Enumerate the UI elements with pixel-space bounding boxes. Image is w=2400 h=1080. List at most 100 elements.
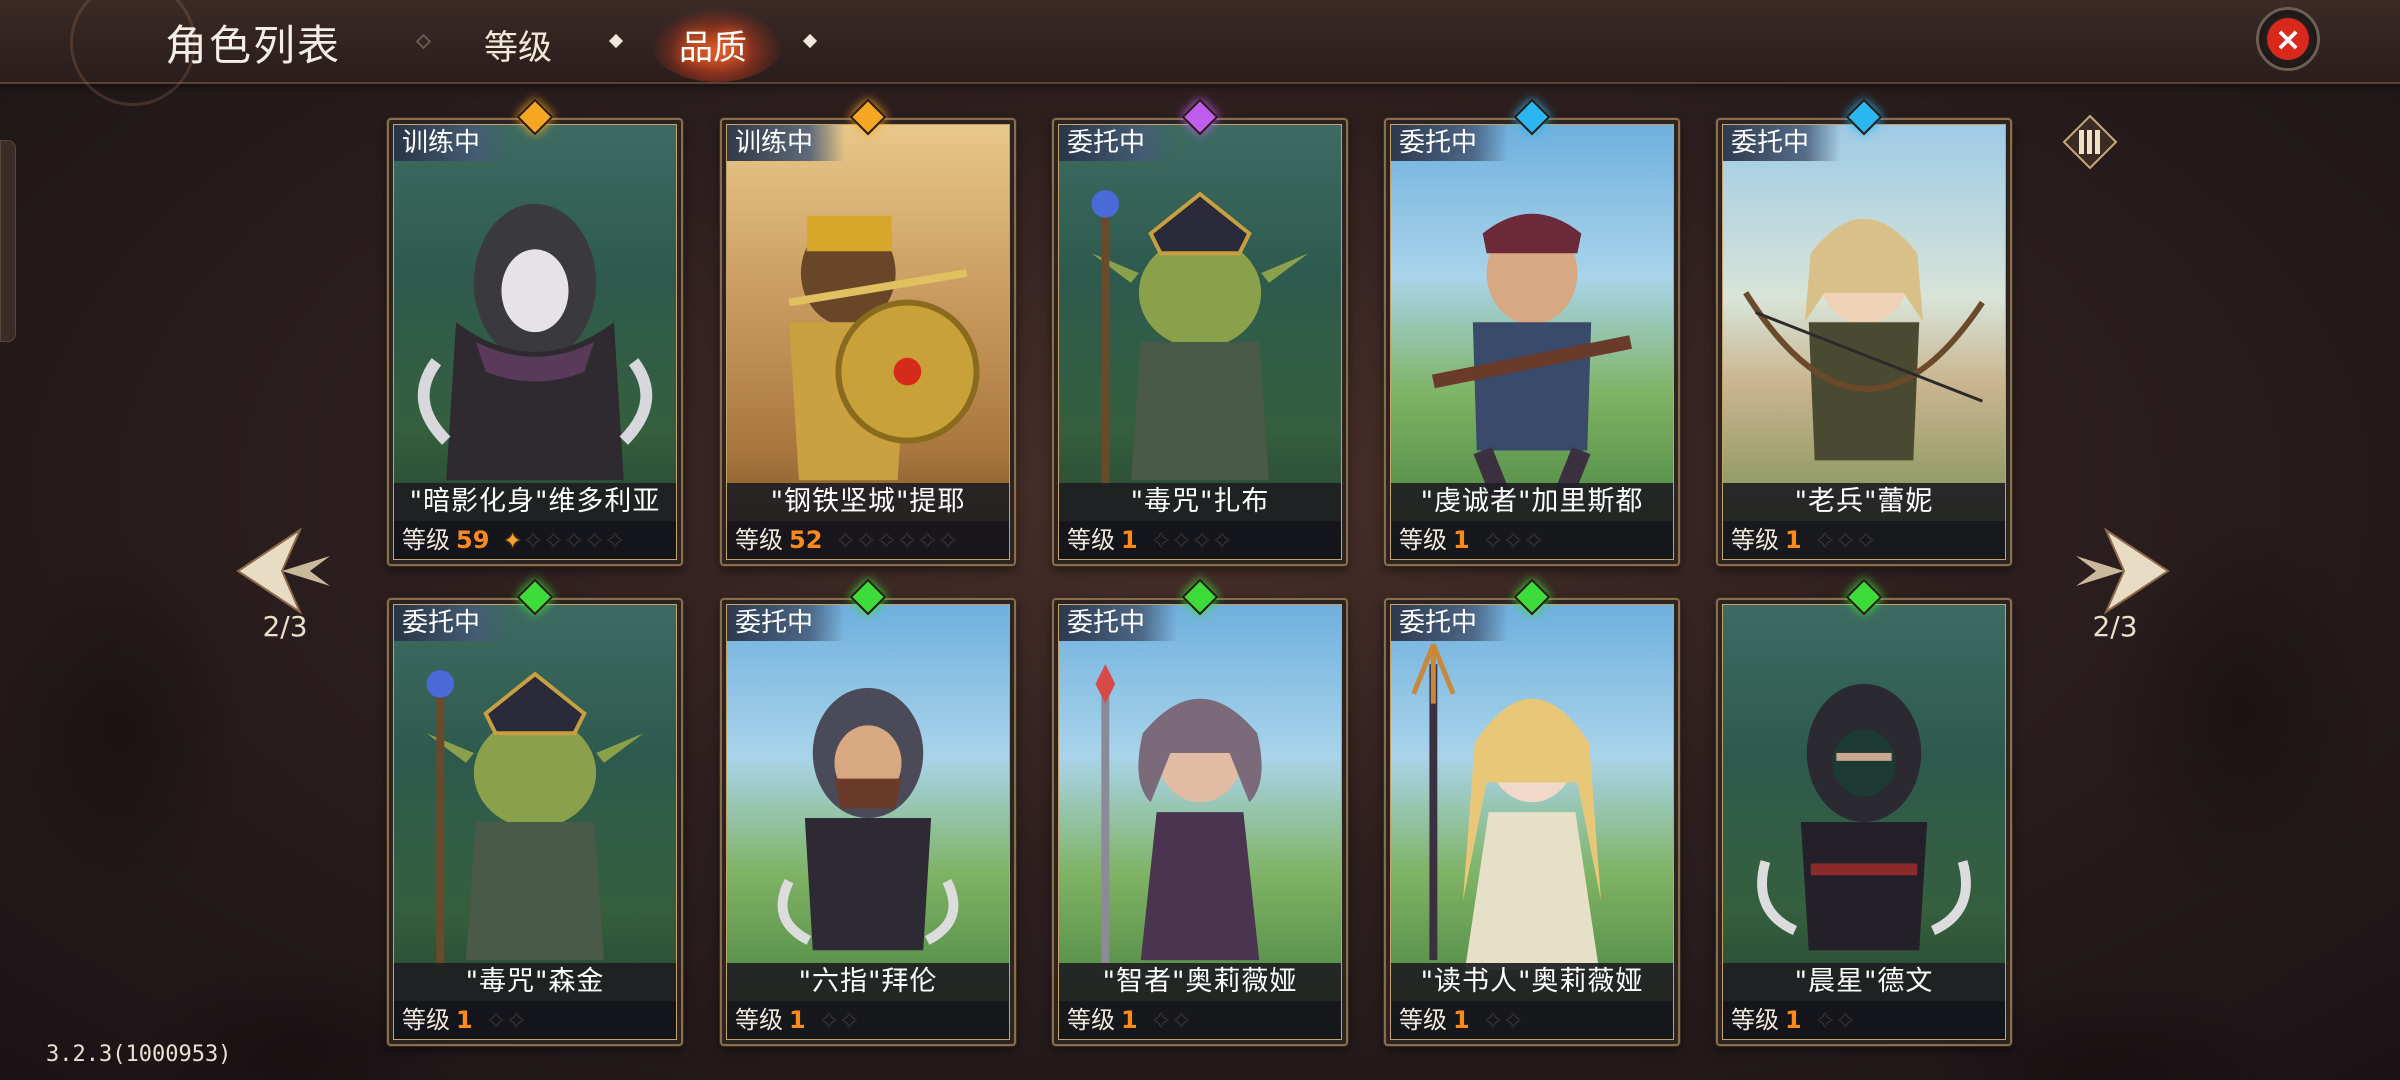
bars-icon <box>2062 114 2118 170</box>
side-drawer-handle[interactable] <box>0 140 16 342</box>
level-value: 1 <box>789 1006 806 1034</box>
tab-level[interactable]: 等级 <box>484 20 552 69</box>
character-name: "暗影化身"维多利亚 <box>394 483 676 521</box>
level-value: 1 <box>1121 1006 1138 1034</box>
level-label: 等级 <box>1731 526 1779 554</box>
character-name: "毒咒"扎布 <box>1059 483 1341 521</box>
status-tag: 委托中 <box>727 605 846 641</box>
character-name: "老兵"蕾妮 <box>1723 483 2005 521</box>
level-label: 等级 <box>1399 1006 1447 1034</box>
tab-separator-icon <box>415 33 432 50</box>
level-label: 等级 <box>1067 526 1115 554</box>
level-label: 等级 <box>1399 526 1447 554</box>
star-rating: ✦✦ <box>1151 1003 1193 1039</box>
level-row: 等级 1 ✦✦ <box>1391 1001 1673 1039</box>
star-icon: ✦ <box>564 529 586 554</box>
page-indicator-right: 2/3 <box>2092 610 2138 643</box>
star-icon: ✦ <box>836 529 857 554</box>
level-value: 1 <box>456 1006 473 1034</box>
character-name: "虔诚者"加里斯都 <box>1391 483 1673 521</box>
card-portrait: 委托中 "读书人"奥莉薇娅 等级 1 ✦✦ <box>1390 604 1674 1040</box>
status-tag: 委托中 <box>1059 125 1178 161</box>
level-row: 等级 1 ✦✦ <box>394 1001 676 1039</box>
star-icon: ✦ <box>1856 529 1878 554</box>
character-name: "读书人"奥莉薇娅 <box>1391 963 1673 1001</box>
star-icon: ✦ <box>1504 529 1525 554</box>
tab-separator-icon <box>802 33 818 49</box>
level-row: 等级 1 ✦✦ <box>1723 1001 2005 1039</box>
level-label: 等级 <box>402 1006 450 1034</box>
star-icon: ✦ <box>486 1009 508 1034</box>
level-row: 等级 1 ✦✦✦ <box>1391 521 1673 559</box>
character-card[interactable]: 训练中 "钢铁坚城"提耶 等级 52 ✦✦✦✦✦✦ <box>720 98 1016 566</box>
level-label: 等级 <box>402 526 450 554</box>
star-icon: ✦ <box>918 529 939 554</box>
card-portrait: 训练中 "暗影化身"维多利亚等级 59 ✦✦✦✦✦✦ <box>393 124 677 560</box>
close-icon: × <box>2267 18 2309 60</box>
sort-filter-button[interactable] <box>2060 112 2120 172</box>
status-tag: 训练中 <box>394 125 513 161</box>
star-icon: ✦ <box>1836 1009 1857 1034</box>
star-icon: ✦ <box>840 1009 861 1034</box>
character-name: "智者"奥莉薇娅 <box>1059 963 1341 1001</box>
star-icon: ✦ <box>1836 529 1857 554</box>
level-row: 等级 1 ✦✦✦✦ <box>1059 521 1341 559</box>
star-icon: ✦ <box>1151 1009 1173 1034</box>
card-portrait: 委托中 "老兵"蕾妮 等级 1 ✦✦✦ <box>1722 124 2006 560</box>
card-portrait: 委托中 "毒咒"扎布 等级 1 ✦✦✦✦ <box>1058 124 1342 560</box>
tab-quality[interactable]: 品质 <box>679 20 747 69</box>
level-label: 等级 <box>1731 1006 1779 1034</box>
status-tag: 训练中 <box>727 125 846 161</box>
character-card[interactable]: 委托中 "毒咒"森金 等级 1 ✦✦ <box>387 578 683 1046</box>
star-rating: ✦✦✦✦✦✦ <box>503 523 627 559</box>
star-icon: ✦ <box>856 529 878 554</box>
level-row: 等级 59 ✦✦✦✦✦✦ <box>394 521 676 559</box>
character-card[interactable]: 委托中 "六指"拜伦 等级 1 ✦✦ <box>720 578 1016 1046</box>
level-label: 等级 <box>735 1006 783 1034</box>
status-tag: 委托中 <box>1391 125 1510 161</box>
star-icon: ✦ <box>1483 1009 1505 1034</box>
level-value: 1 <box>1785 1006 1802 1034</box>
card-portrait: 训练中 "钢铁坚城"提耶 等级 52 ✦✦✦✦✦✦ <box>726 124 1010 560</box>
star-icon: ✦ <box>1524 529 1546 554</box>
star-icon: ✦ <box>503 529 524 554</box>
star-icon: ✦ <box>938 529 960 554</box>
status-tag: 委托中 <box>1391 605 1510 641</box>
star-icon: ✦ <box>605 529 627 554</box>
star-rating: ✦✦ <box>819 1003 861 1039</box>
star-rating: ✦✦ <box>1815 1003 1857 1039</box>
character-name: "钢铁坚城"提耶 <box>727 483 1009 521</box>
level-value: 59 <box>456 526 490 554</box>
star-icon: ✦ <box>1172 1009 1193 1034</box>
star-icon: ✦ <box>544 529 565 554</box>
page-indicator-left: 2/3 <box>262 610 308 643</box>
close-button[interactable]: × <box>2256 7 2320 71</box>
star-icon: ✦ <box>897 529 919 554</box>
card-portrait: 委托中 "毒咒"森金 等级 1 ✦✦ <box>393 604 677 1040</box>
star-icon: ✦ <box>523 529 545 554</box>
tab-separator-icon <box>608 33 624 49</box>
character-card[interactable]: 委托中 "老兵"蕾妮 等级 1 ✦✦✦ <box>1716 98 2012 566</box>
star-icon: ✦ <box>877 529 898 554</box>
star-icon: ✦ <box>1192 529 1214 554</box>
status-tag: 委托中 <box>394 605 513 641</box>
star-icon: ✦ <box>507 1009 528 1034</box>
arrow-right-icon <box>2076 527 2170 615</box>
level-row: 等级 1 ✦✦ <box>1059 1001 1341 1039</box>
star-icon: ✦ <box>1815 1009 1837 1034</box>
character-card[interactable]: 委托中 "毒咒"扎布 等级 1 ✦✦✦✦ <box>1052 98 1348 566</box>
level-value: 1 <box>1453 1006 1470 1034</box>
star-icon: ✦ <box>1213 529 1234 554</box>
level-row: 等级 52 ✦✦✦✦✦✦ <box>727 521 1009 559</box>
card-portrait: 委托中 "六指"拜伦 等级 1 ✦✦ <box>726 604 1010 1040</box>
arrow-left-icon <box>236 527 330 615</box>
level-label: 等级 <box>735 526 783 554</box>
character-card[interactable]: 委托中 "读书人"奥莉薇娅 等级 1 ✦✦ <box>1384 578 1680 1046</box>
star-icon: ✦ <box>819 1009 841 1034</box>
character-card[interactable]: 委托中 "虔诚者"加里斯都 等级 1 ✦✦✦ <box>1384 98 1680 566</box>
character-card[interactable]: "晨星"德文 等级 1 ✦✦ <box>1716 578 2012 1046</box>
level-value: 1 <box>1785 526 1802 554</box>
star-rating: ✦✦✦✦✦✦ <box>836 523 960 559</box>
character-card[interactable]: 训练中 "暗影化身"维多利亚等级 59 ✦✦✦✦✦✦ <box>387 98 683 566</box>
character-card[interactable]: 委托中 "智者"奥莉薇娅 等级 1 ✦✦ <box>1052 578 1348 1046</box>
